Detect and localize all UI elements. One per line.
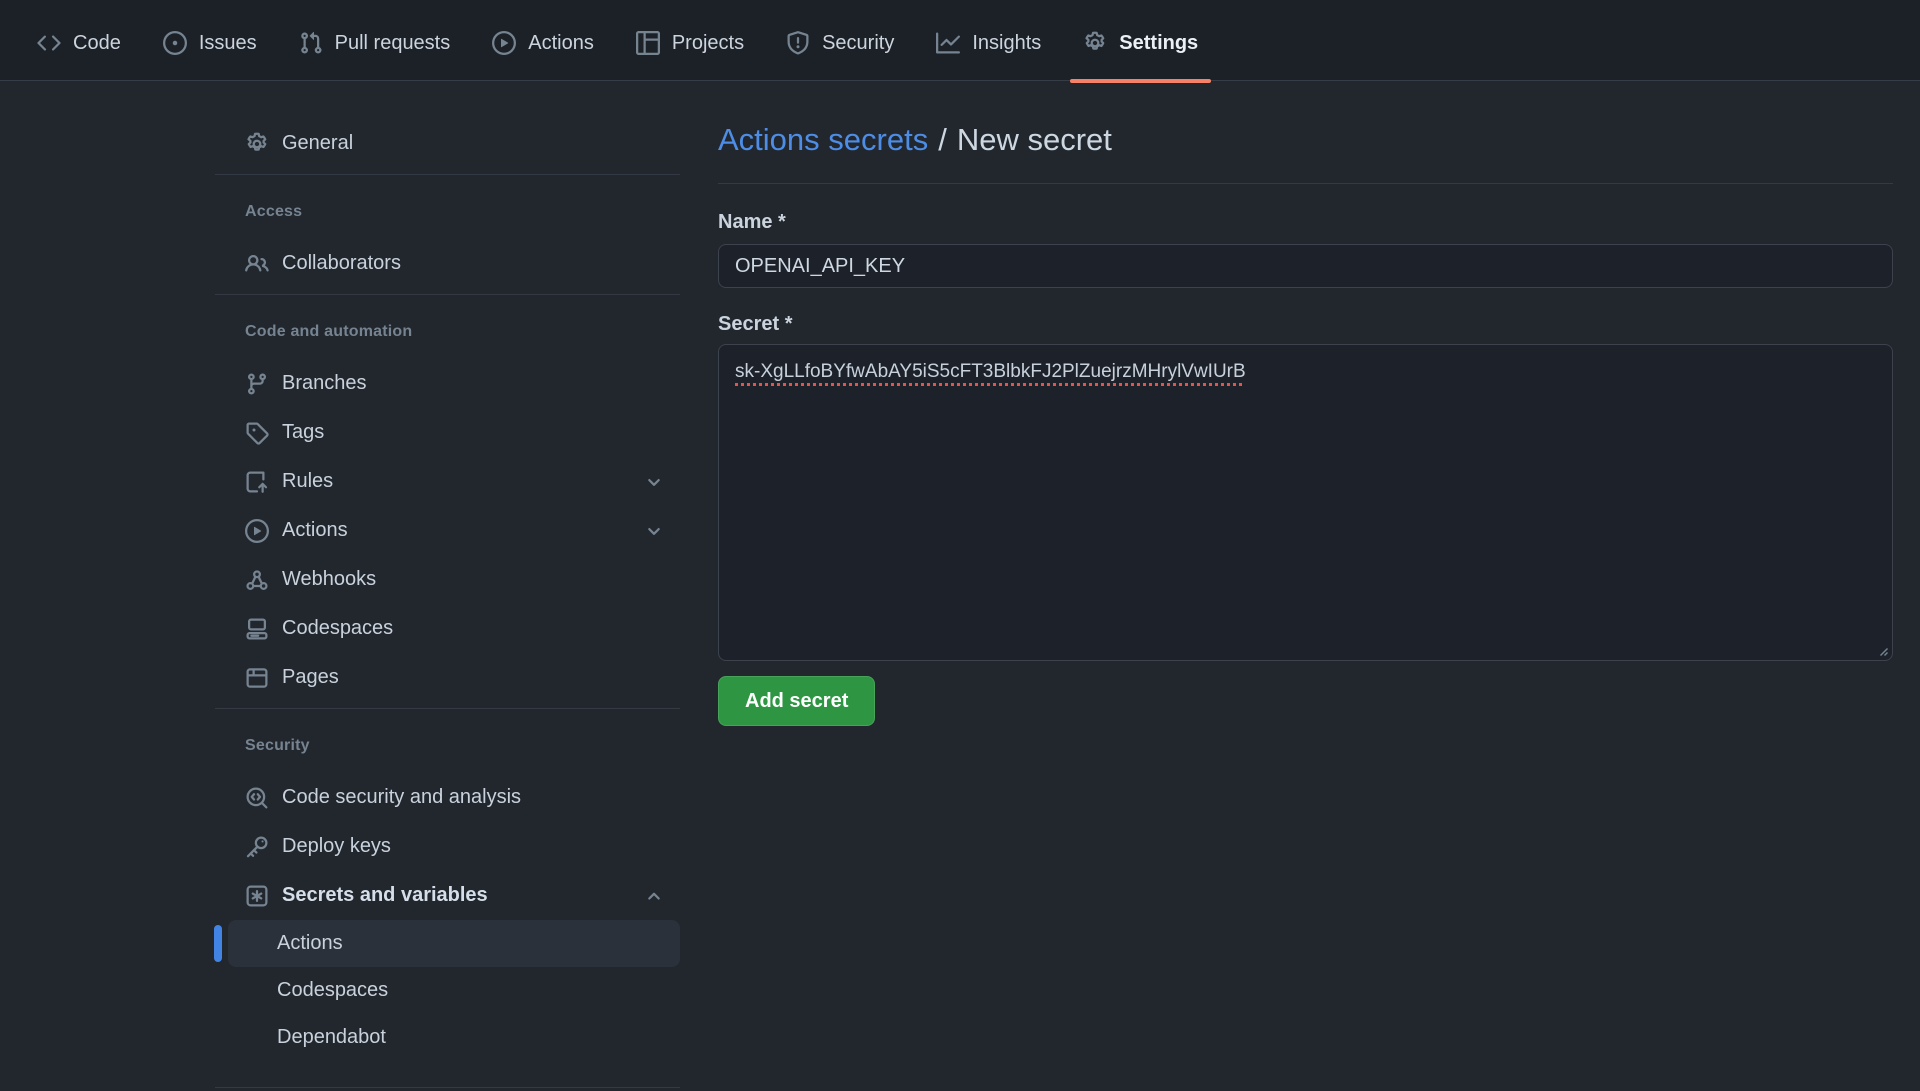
breadcrumb-current: New secret <box>957 122 1112 157</box>
tab-actions[interactable]: Actions <box>492 6 594 80</box>
page-title: Actions secrets / New secret <box>718 119 1893 161</box>
git-branch-icon <box>245 372 269 396</box>
tab-label: Projects <box>672 32 744 55</box>
sidebar-divider <box>215 708 680 709</box>
people-icon <box>245 252 269 276</box>
tab-label: Settings <box>1119 32 1198 55</box>
sidebar-item-webhooks[interactable]: Webhooks <box>215 555 680 604</box>
sidebar-divider <box>215 1087 680 1088</box>
gear-icon <box>1083 31 1107 55</box>
tab-label: Actions <box>528 32 594 55</box>
heading-divider <box>718 183 1893 184</box>
sidebar-section-security: Security <box>215 735 680 757</box>
play-icon <box>245 519 269 543</box>
project-table-icon <box>636 31 660 55</box>
sidebar-item-label: Webhooks <box>282 568 376 591</box>
key-icon <box>245 835 269 859</box>
secret-label: Secret * <box>718 312 1893 337</box>
sidebar-item-label: Code security and analysis <box>282 786 521 809</box>
code-scan-icon <box>245 786 269 810</box>
sidebar-subitem-label: Codespaces <box>277 979 388 1002</box>
breadcrumb-separator: / <box>938 122 947 157</box>
sidebar-item-deploy-keys[interactable]: Deploy keys <box>215 822 680 871</box>
tab-pull-requests[interactable]: Pull requests <box>299 6 451 80</box>
sidebar-item-pages[interactable]: Pages <box>215 653 680 702</box>
chevron-down-icon <box>644 521 664 541</box>
sidebar-subitem-dependabot-secrets[interactable]: Dependabot <box>228 1014 680 1061</box>
tab-label: Security <box>822 32 894 55</box>
tab-issues[interactable]: Issues <box>163 6 257 80</box>
sidebar-item-label: Pages <box>282 666 339 689</box>
shield-icon <box>786 31 810 55</box>
new-secret-form: Actions secrets / New secret Name * Secret… <box>718 119 1893 726</box>
chevron-up-icon <box>644 886 664 906</box>
tab-code[interactable]: Code <box>37 6 121 80</box>
sidebar-divider <box>215 174 680 175</box>
tab-label: Pull requests <box>335 32 451 55</box>
name-label: Name * <box>718 210 1893 235</box>
sidebar-item-tags[interactable]: Tags <box>215 408 680 457</box>
sidebar-item-codespaces[interactable]: Codespaces <box>215 604 680 653</box>
secret-asterisk-icon <box>245 884 269 908</box>
repo-nav: Code Issues Pull requests Actions Projec… <box>0 0 1920 81</box>
add-secret-button[interactable]: Add secret <box>718 676 875 726</box>
secret-value-textarea[interactable]: sk-XgLLfoBYfwAbAY5iS5cFT3BlbkFJ2PlZuejrz… <box>718 344 1893 661</box>
settings-sidebar: General Access Collaborators Code and au… <box>215 119 680 1091</box>
sidebar-item-secrets-and-variables[interactable]: Secrets and variables <box>215 871 680 920</box>
sidebar-subitem-actions-secrets[interactable]: Actions <box>228 920 680 967</box>
webhook-icon <box>245 568 269 592</box>
repo-push-icon <box>245 470 269 494</box>
sidebar-divider <box>215 294 680 295</box>
sidebar-item-collaborators[interactable]: Collaborators <box>215 239 680 288</box>
sidebar-section-code-and-automation: Code and automation <box>215 321 680 343</box>
play-icon <box>492 31 516 55</box>
sidebar-item-actions[interactable]: Actions <box>215 506 680 555</box>
sidebar-item-label: Collaborators <box>282 252 401 275</box>
sidebar-item-label: Codespaces <box>282 617 393 640</box>
issue-opened-icon <box>163 31 187 55</box>
sidebar-item-label: Rules <box>282 470 333 493</box>
sidebar-item-rules[interactable]: Rules <box>215 457 680 506</box>
gear-icon <box>245 132 269 156</box>
sidebar-section-access: Access <box>215 201 680 223</box>
tab-settings[interactable]: Settings <box>1083 6 1198 80</box>
tab-label: Code <box>73 32 121 55</box>
sidebar-subitem-label: Actions <box>277 932 343 955</box>
code-icon <box>37 31 61 55</box>
sidebar-item-general[interactable]: General <box>215 119 680 168</box>
graph-icon <box>936 31 960 55</box>
chevron-down-icon <box>644 472 664 492</box>
secret-value-text: sk-XgLLfoBYfwAbAY5iS5cFT3BlbkFJ2PlZuejrz… <box>735 361 1246 382</box>
sidebar-subitem-label: Dependabot <box>277 1026 386 1049</box>
sidebar-item-branches[interactable]: Branches <box>215 359 680 408</box>
tab-security[interactable]: Security <box>786 6 894 80</box>
codespaces-icon <box>245 617 269 641</box>
sidebar-subitem-codespaces-secrets[interactable]: Codespaces <box>228 967 680 1014</box>
sidebar-item-label: General <box>282 132 353 155</box>
sidebar-item-label: Tags <box>282 421 324 444</box>
tab-label: Insights <box>972 32 1041 55</box>
sidebar-item-label: Actions <box>282 519 348 542</box>
sidebar-item-code-security[interactable]: Code security and analysis <box>215 773 680 822</box>
browser-icon <box>245 666 269 690</box>
sidebar-item-label: Secrets and variables <box>282 884 488 907</box>
sidebar-item-label: Branches <box>282 372 367 395</box>
sidebar-item-label: Deploy keys <box>282 835 391 858</box>
resize-grip-icon[interactable] <box>1875 643 1889 657</box>
tab-label: Issues <box>199 32 257 55</box>
tag-icon <box>245 421 269 445</box>
secret-name-input[interactable] <box>718 244 1893 288</box>
git-pull-request-icon <box>299 31 323 55</box>
active-tab-underline <box>1070 79 1211 83</box>
tab-projects[interactable]: Projects <box>636 6 744 80</box>
actions-secrets-breadcrumb-link[interactable]: Actions secrets <box>718 122 928 157</box>
tab-insights[interactable]: Insights <box>936 6 1041 80</box>
